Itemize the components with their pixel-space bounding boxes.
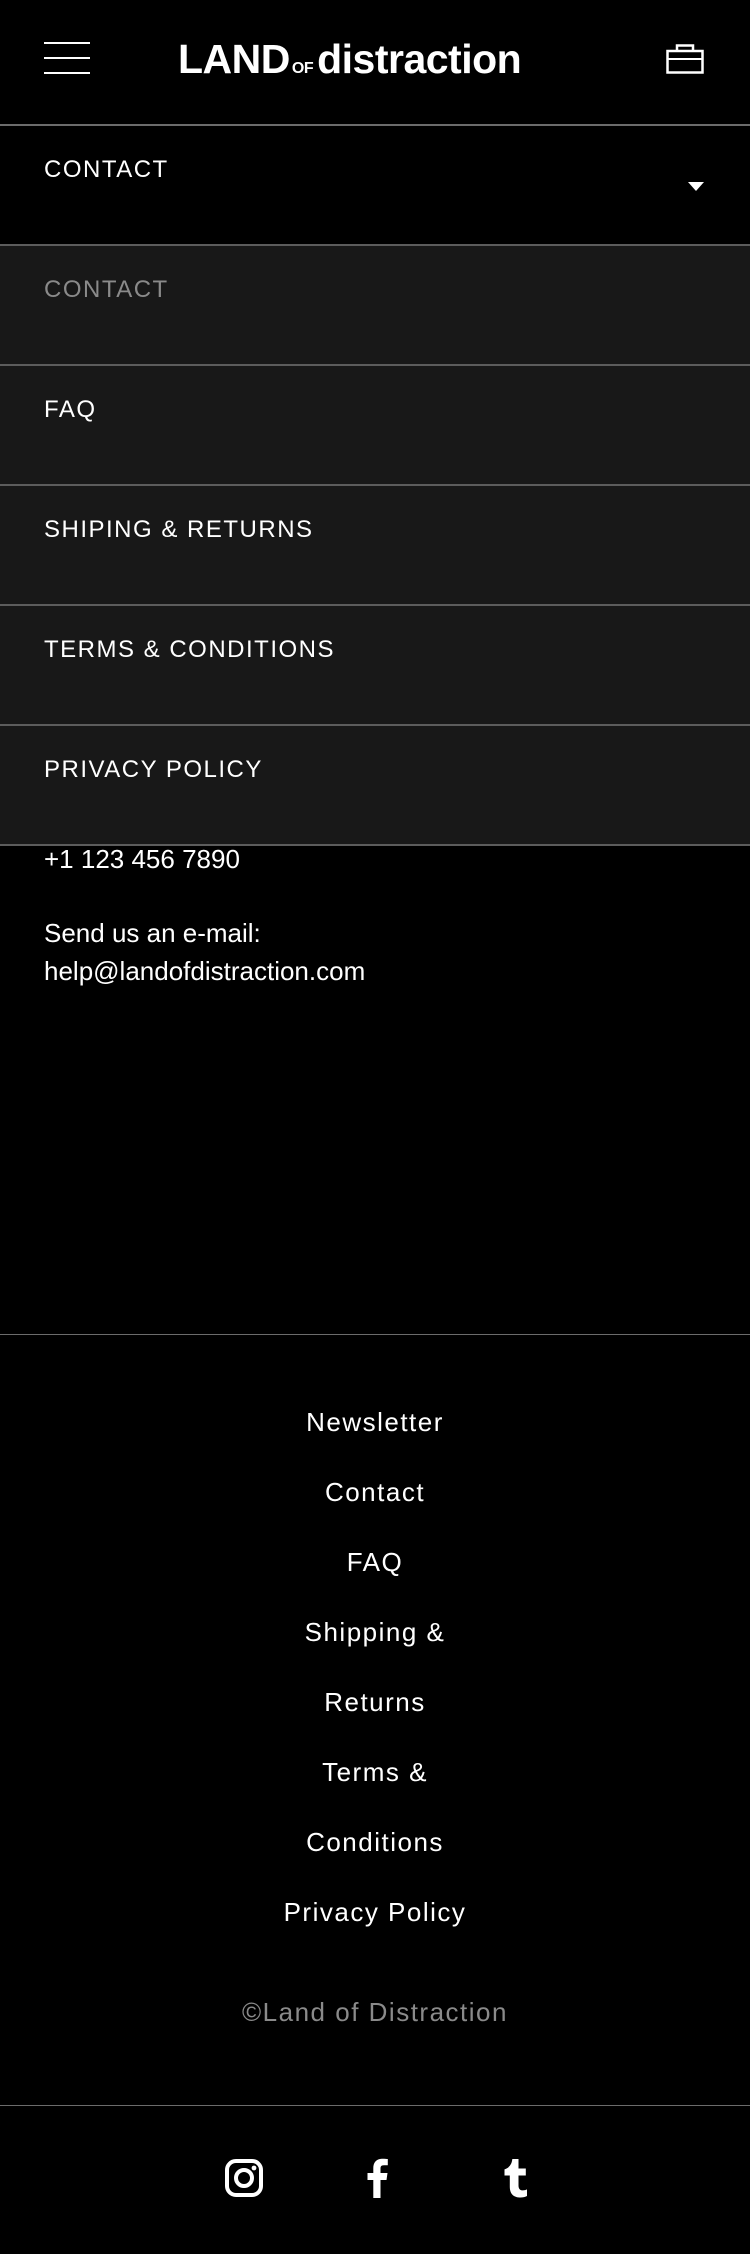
- footer-link-faq[interactable]: FAQ: [275, 1527, 475, 1597]
- tumblr-icon[interactable]: [497, 2158, 537, 2198]
- footer-link-newsletter[interactable]: Newsletter: [275, 1387, 475, 1457]
- bag-icon[interactable]: [666, 44, 704, 74]
- caret-down-icon: [688, 182, 704, 191]
- menu-item-label: CONTACT: [44, 276, 169, 303]
- dropdown-menu: CONTACT FAQ SHIPING & RETURNS TERMS & CO…: [0, 246, 750, 846]
- site-footer: Newsletter Contact FAQ Shipping & Return…: [0, 1334, 750, 2106]
- logo-of: OF: [291, 60, 314, 77]
- contact-info: +1 123 456 7890 Send us an e-mail: help@…: [44, 840, 365, 990]
- menu-item-terms-conditions[interactable]: TERMS & CONDITIONS: [0, 606, 750, 726]
- instagram-icon[interactable]: [224, 2158, 264, 2198]
- menu-item-faq[interactable]: FAQ: [0, 366, 750, 486]
- footer-link-shipping-returns[interactable]: Shipping & Returns: [275, 1597, 475, 1737]
- footer-link-terms-conditions[interactable]: Terms & Conditions: [275, 1737, 475, 1877]
- menu-item-label: TERMS & CONDITIONS: [44, 636, 336, 663]
- page-dropdown[interactable]: CONTACT: [0, 126, 750, 246]
- hamburger-line: [44, 72, 90, 74]
- facebook-icon[interactable]: [358, 2158, 398, 2198]
- footer-link-contact[interactable]: Contact: [275, 1457, 475, 1527]
- copyright: ©Land of Distraction: [242, 1997, 508, 2027]
- menu-item-label: FAQ: [44, 396, 97, 423]
- menu-item-privacy-policy[interactable]: PRIVACY POLICY: [0, 726, 750, 846]
- phone-number[interactable]: +1 123 456 7890: [44, 840, 365, 878]
- email-link[interactable]: help@landofdistraction.com: [44, 952, 365, 990]
- footer-link-privacy-policy[interactable]: Privacy Policy: [275, 1877, 475, 1947]
- site-logo[interactable]: LAND OFdistraction: [178, 34, 578, 84]
- email-prompt: Send us an e-mail:: [44, 918, 261, 948]
- menu-item-label: PRIVACY POLICY: [44, 756, 263, 783]
- hamburger-icon[interactable]: [44, 42, 90, 74]
- logo-land: LAND: [178, 36, 290, 82]
- logo-distraction: distraction: [317, 36, 522, 82]
- menu-item-label: SHIPING & RETURNS: [44, 516, 314, 543]
- page-dropdown-label: CONTACT: [44, 156, 169, 183]
- menu-item-shipping-returns[interactable]: SHIPING & RETURNS: [0, 486, 750, 606]
- site-header: LAND OFdistraction: [0, 0, 750, 126]
- hamburger-line: [44, 57, 90, 59]
- footer-nav: Newsletter Contact FAQ Shipping & Return…: [0, 1387, 750, 1947]
- hamburger-line: [44, 42, 90, 44]
- menu-item-contact[interactable]: CONTACT: [0, 246, 750, 366]
- social-links: [0, 2106, 750, 2254]
